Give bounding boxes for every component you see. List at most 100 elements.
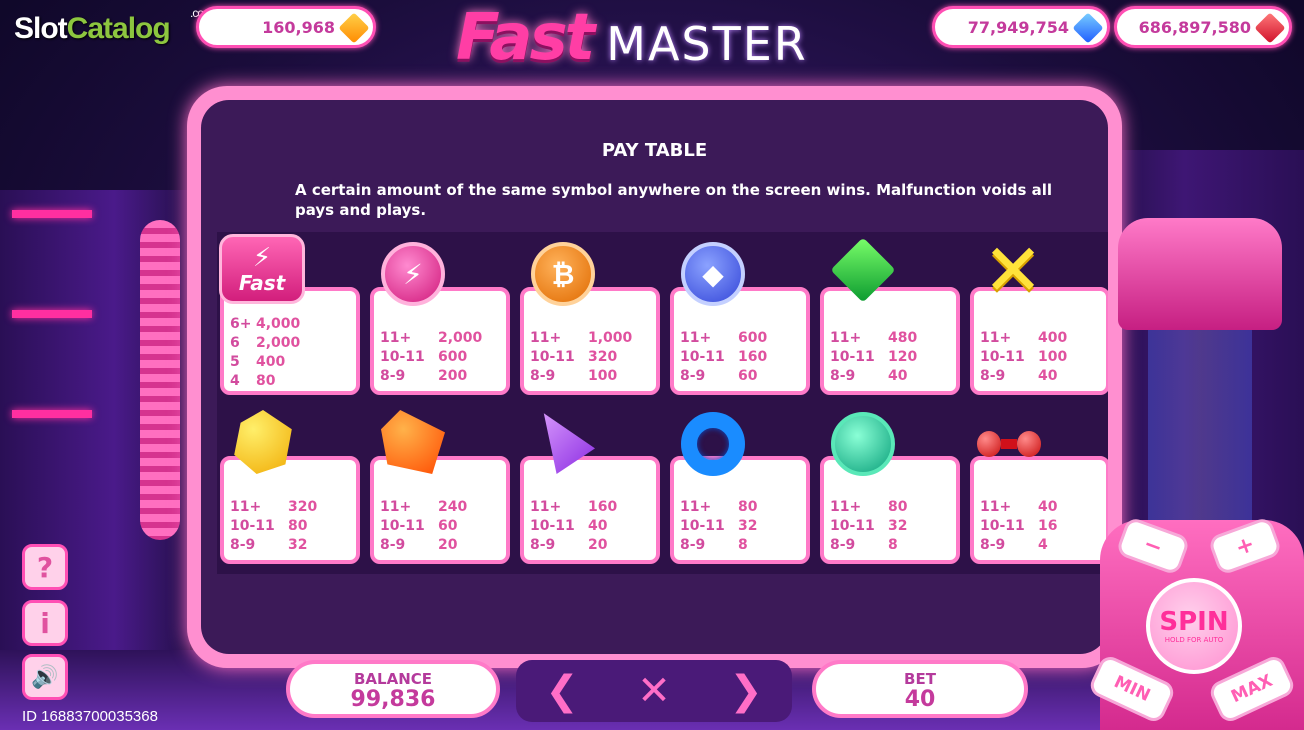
count: 8-9 — [830, 537, 856, 553]
symbol-card: 11+ 1,000 10-11 320 8-9 100 — [520, 287, 660, 395]
count: 10-11 — [380, 349, 425, 365]
spin-sublabel: HOLD FOR AUTO — [1164, 636, 1224, 644]
payout: 120 — [888, 349, 918, 365]
payout: 400 — [256, 354, 286, 370]
count: 11+ — [830, 330, 862, 346]
count: 8-9 — [530, 537, 556, 553]
blue-gem-icon — [1072, 12, 1104, 44]
count: 10-11 — [530, 349, 575, 365]
jackpot-value: 160,968 — [262, 17, 335, 37]
payout: 80 — [888, 499, 908, 515]
sound-button[interactable]: 🔊 — [22, 654, 68, 700]
count: 8-9 — [530, 368, 556, 384]
payout: 60 — [738, 368, 758, 384]
symbol-card: 11+ 160 10-11 40 8-9 20 — [520, 456, 660, 564]
payout: 16 — [1038, 518, 1058, 534]
info-button[interactable]: i — [22, 600, 68, 646]
symbol-card: 11+ 480 10-11 120 8-9 40 — [820, 287, 960, 395]
payout: 1,000 — [588, 330, 633, 346]
payout: 320 — [588, 349, 618, 365]
close-paytable-button[interactable]: ✕ — [637, 668, 671, 714]
payout: 2,000 — [256, 335, 301, 351]
help-button[interactable]: ? — [22, 544, 68, 590]
count: 11+ — [830, 499, 862, 515]
spin-label: SPIN — [1159, 607, 1229, 637]
count: 10-11 — [980, 518, 1025, 534]
payout: 8 — [738, 537, 748, 553]
symbol-card: 11+ 80 10-11 32 8-9 8 — [820, 456, 960, 564]
speaker-icon: 🔊 — [31, 664, 59, 690]
symbol-card: 11+ 600 10-11 160 8-9 60 — [670, 287, 810, 395]
symbol-card: 11+ 240 10-11 60 8-9 20 — [370, 456, 510, 564]
payout: 2,000 — [438, 330, 483, 346]
slotcatalog-logo: SlotCatalog .com — [14, 6, 213, 46]
neon-strip — [12, 310, 92, 318]
count: 11+ — [230, 499, 262, 515]
count: 11+ — [680, 330, 712, 346]
machine-glass-tube — [1148, 330, 1252, 530]
paytable-description: A certain amount of the same symbol anyw… — [295, 181, 1053, 219]
machine-top — [1118, 218, 1282, 330]
jackpot-major: 77,949,754 — [932, 6, 1110, 48]
title-master: MASTER — [606, 17, 808, 71]
count: 11+ — [380, 499, 412, 515]
payout: 400 — [1038, 330, 1068, 346]
pink-lightning-coin-icon: ⚡ — [381, 242, 445, 306]
red-dumbbell-icon — [977, 412, 1041, 476]
jackpot-value: 77,949,754 — [967, 17, 1069, 37]
count: 8-9 — [380, 368, 406, 384]
count: 10-11 — [980, 349, 1025, 365]
title-fast: Fast — [456, 1, 595, 75]
payout: 160 — [588, 499, 618, 515]
count: 11+ — [530, 330, 562, 346]
count: 4 — [230, 373, 240, 389]
count: 10-11 — [680, 518, 725, 534]
bitcoin-coin-icon: ₿ — [531, 242, 595, 306]
jackpot-minor: 160,968 — [196, 6, 376, 48]
count: 11+ — [380, 330, 412, 346]
ethereum-coin-icon: ◆ — [681, 242, 745, 306]
paytable-nav: ❮ ✕ ❯ — [516, 660, 792, 722]
count: 5 — [230, 354, 240, 370]
balance-display: BALANCE 99,836 — [286, 660, 500, 718]
payout: 8 — [888, 537, 898, 553]
count: 10-11 — [530, 518, 575, 534]
payout: 32 — [288, 537, 308, 553]
spin-button[interactable]: SPIN HOLD FOR AUTO — [1146, 578, 1242, 674]
pink-hose — [140, 220, 180, 540]
logo-slot: Slot — [14, 12, 68, 45]
bet-display: BET 40 — [812, 660, 1028, 718]
logo-catalog: Catalog — [66, 12, 171, 45]
payout: 200 — [438, 368, 468, 384]
payout: 4 — [1038, 537, 1048, 553]
bet-label: BET — [904, 670, 936, 688]
count: 11+ — [530, 499, 562, 515]
payout: 600 — [738, 330, 768, 346]
payout: 240 — [438, 499, 468, 515]
symbol-card: 11+ 80 10-11 32 8-9 8 — [670, 456, 810, 564]
next-page-button[interactable]: ❯ — [729, 668, 763, 714]
count: 8-9 — [680, 368, 706, 384]
prev-page-button[interactable]: ❮ — [545, 668, 579, 714]
count: 10-11 — [380, 518, 425, 534]
balance-value: 99,836 — [350, 687, 436, 712]
payout: 32 — [888, 518, 908, 534]
payout: 40 — [888, 368, 908, 384]
round-id: ID 1688370003536​8 — [22, 708, 158, 725]
blue-ring-icon — [681, 412, 745, 476]
count: 6 — [230, 335, 240, 351]
neon-strip — [12, 210, 92, 218]
bet-value: 40 — [904, 687, 936, 712]
count: 11+ — [980, 499, 1012, 515]
lightning-icon: ⚡ — [252, 243, 272, 273]
game-title: Fast MASTER — [456, 2, 808, 74]
payout: 80 — [738, 499, 758, 515]
count: 8-9 — [980, 537, 1006, 553]
fast-scatter-icon: ⚡ Fast — [219, 234, 305, 304]
count: 10-11 — [230, 518, 275, 534]
teal-gem-icon — [831, 412, 895, 476]
payout: 80 — [288, 518, 308, 534]
count: 6+ — [230, 316, 252, 332]
payout: 600 — [438, 349, 468, 365]
payout: 480 — [888, 330, 918, 346]
